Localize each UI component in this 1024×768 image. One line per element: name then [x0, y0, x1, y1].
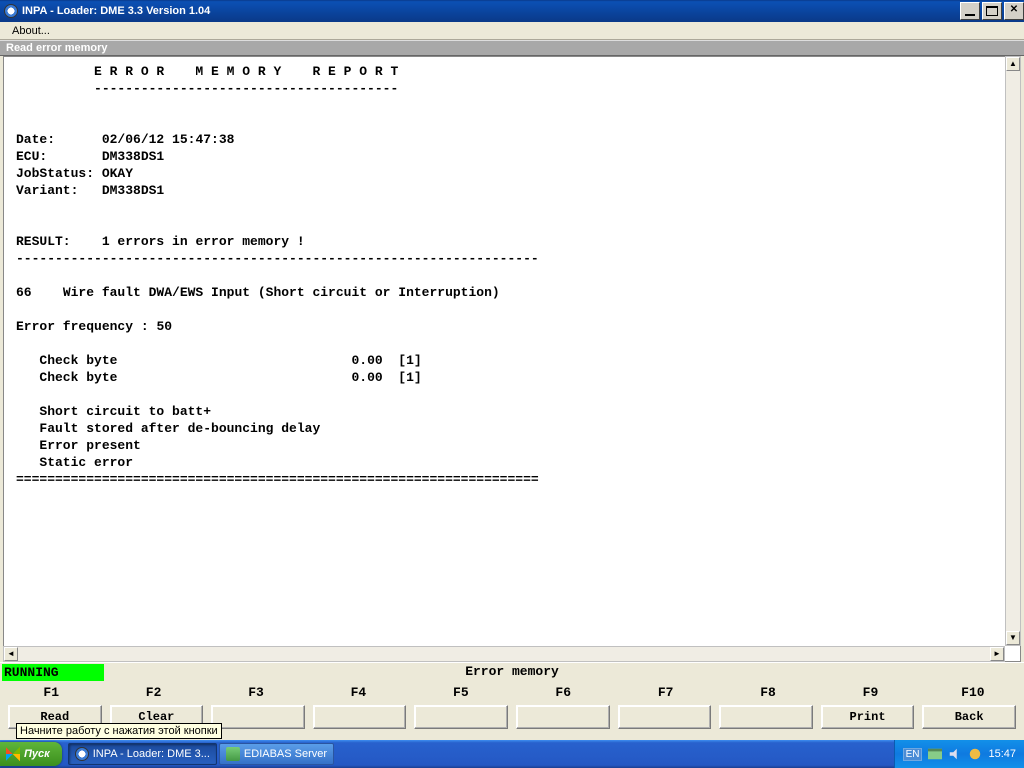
- scroll-down-icon[interactable]: ▼: [1006, 631, 1020, 645]
- fkey-label: F10: [922, 685, 1024, 703]
- f4-button[interactable]: [313, 705, 407, 729]
- horizontal-scrollbar[interactable]: ◄ ►: [3, 646, 1005, 662]
- fkey-label: F1: [0, 685, 102, 703]
- taskbar-item-ediabas[interactable]: EDIABAS Server: [219, 743, 334, 765]
- fault-text: Wire fault DWA/EWS Input (Short circuit …: [63, 285, 500, 300]
- f3-button[interactable]: [211, 705, 305, 729]
- start-button[interactable]: Пуск: [0, 742, 62, 766]
- volume-icon[interactable]: [948, 747, 962, 761]
- fkey-labels: F1 F2 F3 F4 F5 F6 F7 F8 F9 F10: [0, 685, 1024, 703]
- panel-title: Error memory: [0, 664, 1024, 679]
- report-variant: DM338DS1: [102, 183, 164, 198]
- fault-code: 66: [16, 285, 63, 300]
- fkey-label: F2: [102, 685, 204, 703]
- system-tray[interactable]: EN 15:47: [894, 740, 1024, 768]
- start-label: Пуск: [24, 748, 50, 760]
- fkey-label: F7: [614, 685, 716, 703]
- error-frequency: 50: [156, 319, 172, 334]
- window-title: INPA - Loader: DME 3.3 Version 1.04: [22, 5, 210, 17]
- fkey-label: F6: [512, 685, 614, 703]
- report-text-area: E R R O R M E M O R Y R E P O R T ------…: [3, 56, 1021, 662]
- menu-bar: About...: [0, 22, 1024, 40]
- f6-button[interactable]: [516, 705, 610, 729]
- fkey-label: F8: [717, 685, 819, 703]
- window-titlebar[interactable]: INPA - Loader: DME 3.3 Version 1.04: [0, 0, 1024, 22]
- start-tooltip: Начните работу с нажатия этой кнопки: [16, 723, 222, 739]
- panel-header: Read error memory: [0, 40, 1024, 56]
- f7-button[interactable]: [618, 705, 712, 729]
- menu-about[interactable]: About...: [6, 23, 56, 39]
- language-indicator[interactable]: EN: [903, 748, 923, 761]
- clock: 15:47: [988, 748, 1016, 760]
- taskbar-item-inpa[interactable]: INPA - Loader: DME 3...: [68, 743, 217, 765]
- taskbar[interactable]: Пуск INPA - Loader: DME 3... EDIABAS Ser…: [0, 740, 1024, 768]
- vertical-scrollbar[interactable]: ▲ ▼: [1005, 56, 1021, 646]
- f8-button[interactable]: [719, 705, 813, 729]
- print-button[interactable]: Print: [821, 705, 915, 729]
- back-button[interactable]: Back: [922, 705, 1016, 729]
- server-icon: [226, 747, 240, 761]
- scroll-right-icon[interactable]: ►: [990, 647, 1004, 661]
- close-button[interactable]: [1004, 2, 1024, 20]
- report-jobstatus: OKAY: [102, 166, 133, 181]
- fkey-label: F9: [819, 685, 921, 703]
- report-result: 1 errors in error memory !: [102, 234, 305, 249]
- tray-icon[interactable]: [968, 747, 982, 761]
- report-title: E R R O R M E M O R Y R E P O R T: [16, 64, 398, 79]
- scroll-up-icon[interactable]: ▲: [1006, 57, 1020, 71]
- tray-icon[interactable]: [928, 747, 942, 761]
- maximize-button[interactable]: [982, 2, 1002, 20]
- report-ecu: DM338DS1: [102, 149, 164, 164]
- f5-button[interactable]: [414, 705, 508, 729]
- app-icon: [75, 747, 89, 761]
- windows-logo-icon: [6, 747, 20, 761]
- scroll-left-icon[interactable]: ◄: [4, 647, 18, 661]
- report-date: 02/06/12 15:47:38: [102, 132, 235, 147]
- fkey-label: F3: [205, 685, 307, 703]
- app-icon: [4, 4, 18, 18]
- fkey-label: F5: [410, 685, 512, 703]
- minimize-button[interactable]: [960, 2, 980, 20]
- fkey-label: F4: [307, 685, 409, 703]
